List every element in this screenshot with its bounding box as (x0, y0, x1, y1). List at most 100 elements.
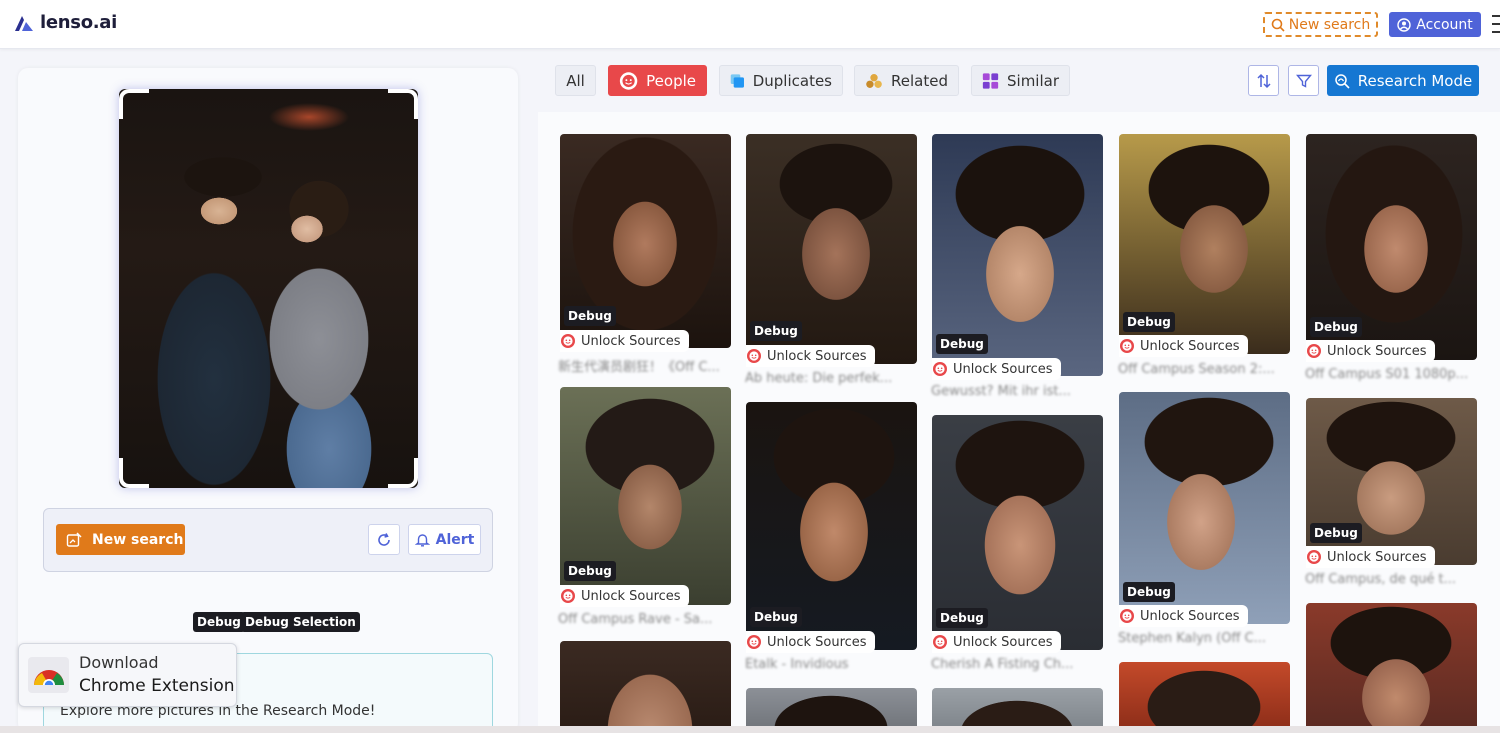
result-caption[interactable]: Gewusst? Mit ihr ist... (931, 384, 1071, 399)
unlock-sources-button[interactable]: Unlock Sources (1306, 546, 1435, 568)
new-search-button[interactable]: New search (56, 524, 185, 555)
debug-tag[interactable]: Debug (193, 612, 245, 632)
research-icon (1335, 73, 1350, 89)
logo[interactable]: lenso.ai (14, 12, 117, 33)
result-caption[interactable]: Off Campus, de qué t... (1305, 572, 1456, 587)
refresh-button[interactable] (368, 524, 400, 555)
result-image[interactable] (1306, 603, 1477, 733)
face-icon (561, 334, 575, 348)
result-debug-tag[interactable]: Debug (936, 334, 988, 354)
result-image[interactable] (1119, 662, 1290, 733)
result-debug-tag[interactable]: Debug (1310, 317, 1362, 337)
face-icon (1307, 550, 1321, 564)
result-debug-tag[interactable]: Debug (564, 561, 616, 581)
debug-selection-tag[interactable]: Debug Selection (241, 612, 360, 632)
crop-handle-bottom-left[interactable] (119, 458, 149, 488)
account-label: Account (1416, 16, 1473, 33)
unlock-sources-button[interactable]: Unlock Sources (1306, 340, 1435, 362)
result-debug-tag[interactable]: Debug (1123, 582, 1175, 602)
bell-icon (414, 534, 430, 547)
result-caption[interactable]: Ab heute: Die perfek... (745, 371, 892, 386)
face-icon (1120, 609, 1134, 623)
search-icon (1271, 18, 1285, 32)
filter-funnel-button[interactable] (1288, 65, 1319, 96)
result-caption[interactable]: 新生代演员剧狂！《Off C... (558, 356, 720, 375)
face-icon (1307, 344, 1321, 358)
face-icon (1120, 339, 1134, 353)
similar-grid-icon (982, 72, 999, 89)
unlock-sources-button[interactable]: Unlock Sources (560, 585, 689, 607)
sort-button[interactable] (1248, 65, 1279, 96)
query-image (119, 89, 418, 488)
filter-people[interactable]: People (608, 65, 707, 96)
result-debug-tag[interactable]: Debug (564, 306, 616, 326)
new-search-label: New search (92, 531, 184, 548)
lenso-logo-icon (15, 15, 33, 31)
people-face-icon (619, 71, 638, 90)
unlock-sources-label: Unlock Sources (1140, 608, 1240, 624)
crop-handle-bottom-right[interactable] (388, 458, 418, 488)
alert-label: Alert (435, 531, 475, 548)
unlock-sources-button[interactable]: Unlock Sources (932, 358, 1061, 380)
chrome-ext-line2: Chrome Extension (79, 676, 235, 696)
unlock-sources-button[interactable]: Unlock Sources (746, 345, 875, 367)
unlock-sources-button[interactable]: Unlock Sources (746, 631, 875, 653)
result-debug-tag[interactable]: Debug (750, 607, 802, 627)
face-icon (561, 589, 575, 603)
result-caption[interactable]: Cherish A Fisting Ch... (931, 657, 1073, 672)
unlock-sources-label: Unlock Sources (767, 348, 867, 364)
result-caption[interactable]: Off Campus Rave - Sa... (558, 612, 712, 627)
face-icon (747, 635, 761, 649)
logo-text: lenso.ai (40, 12, 118, 33)
crop-handle-top-left[interactable] (119, 89, 149, 119)
result-debug-tag[interactable]: Debug (936, 608, 988, 628)
filter-duplicates-label: Duplicates (752, 71, 832, 90)
unlock-sources-label: Unlock Sources (767, 634, 867, 650)
header-new-search-label: New search (1288, 16, 1371, 33)
filter-similar-label: Similar (1007, 71, 1059, 90)
duplicates-icon (730, 73, 744, 88)
filter-related[interactable]: Related (854, 65, 959, 96)
crop-handle-top-right[interactable] (388, 89, 418, 119)
user-circle-icon (1397, 17, 1411, 32)
filter-similar[interactable]: Similar (971, 65, 1070, 96)
filter-all[interactable]: All (555, 65, 596, 96)
unlock-sources-label: Unlock Sources (1327, 343, 1427, 359)
result-caption[interactable]: Off Campus Season 2:... (1118, 362, 1275, 377)
funnel-icon (1295, 74, 1312, 88)
result-caption[interactable]: Stephen Kalyn (Off C... (1118, 631, 1266, 646)
result-debug-tag[interactable]: Debug (750, 321, 802, 341)
hamburger-menu-icon[interactable] (1492, 15, 1500, 33)
result-image[interactable] (560, 641, 731, 733)
result-caption[interactable]: Etalk - Invidious (745, 657, 849, 672)
header-new-search-button[interactable]: New search (1263, 12, 1378, 37)
unlock-sources-label: Unlock Sources (953, 634, 1053, 650)
research-mode-label: Research Mode (1357, 71, 1473, 90)
unlock-sources-label: Unlock Sources (1327, 549, 1427, 565)
related-icon (866, 73, 882, 88)
unlock-sources-button[interactable]: Unlock Sources (560, 330, 689, 352)
account-button[interactable]: Account (1389, 12, 1481, 37)
unlock-sources-label: Unlock Sources (1140, 338, 1240, 354)
unlock-sources-label: Unlock Sources (581, 333, 681, 349)
unlock-sources-button[interactable]: Unlock Sources (1119, 605, 1248, 627)
page-bottom-edge (0, 726, 1500, 733)
face-icon (933, 362, 947, 376)
unlock-sources-label: Unlock Sources (953, 361, 1053, 377)
alert-button[interactable]: Alert (408, 524, 481, 555)
chrome-ext-line1: Download (79, 653, 159, 672)
unlock-sources-label: Unlock Sources (581, 588, 681, 604)
result-debug-tag[interactable]: Debug (1123, 312, 1175, 332)
filter-related-label: Related (891, 71, 948, 90)
filter-duplicates[interactable]: Duplicates (719, 65, 843, 96)
result-caption[interactable]: Off Campus S01 1080p... (1305, 367, 1468, 382)
unlock-sources-button[interactable]: Unlock Sources (1119, 335, 1248, 357)
result-debug-tag[interactable]: Debug (1310, 523, 1362, 543)
edit-image-icon (66, 531, 82, 547)
research-mode-button[interactable]: Research Mode (1327, 65, 1479, 96)
face-icon (747, 349, 761, 363)
face-icon (933, 635, 947, 649)
filter-people-label: People (646, 71, 696, 90)
filter-all-label: All (566, 71, 585, 90)
unlock-sources-button[interactable]: Unlock Sources (932, 631, 1061, 653)
